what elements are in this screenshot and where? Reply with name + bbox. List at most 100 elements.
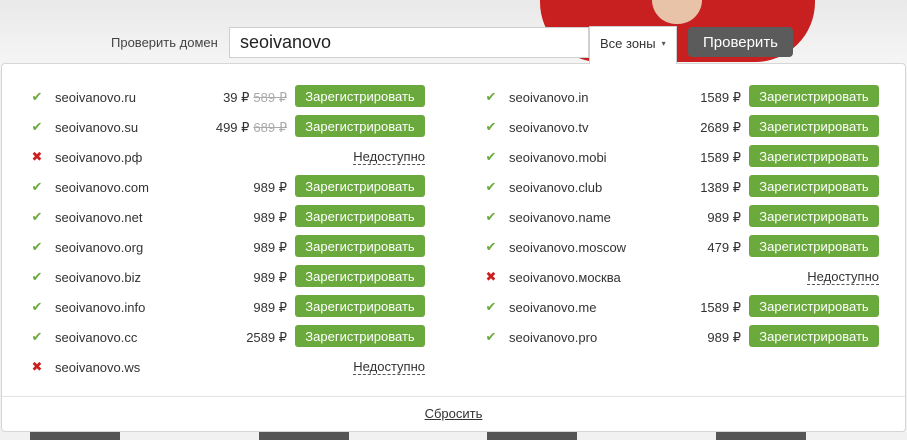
results-panel: ✔ seoivanovo.ru 39 ₽589 ₽ Зарегистрировать ✔…: [1, 63, 906, 432]
domain-name: seoivanovo.su: [55, 120, 139, 135]
price-area: 1589 ₽: [700, 150, 741, 166]
check-icon: ✔: [31, 329, 43, 344]
domain-result-row: ✔ seoivanovo.mobi 1589 ₽ Зарегистрировать: [484, 144, 879, 174]
price-area: 2689 ₽: [700, 120, 741, 136]
domain-name: seoivanovo.mobi: [509, 150, 607, 165]
domain-price: 989 ₽: [707, 330, 741, 345]
domain-price: 1589 ₽: [700, 300, 741, 315]
zone-select[interactable]: Все зоны ▾: [589, 26, 677, 64]
register-button[interactable]: Зарегистрировать: [749, 115, 879, 137]
domain-result-row: ✔ seoivanovo.in 1589 ₽ Зарегистрировать: [484, 84, 879, 114]
price-area: 989 ₽: [253, 270, 287, 286]
results-column-left: ✔ seoivanovo.ru 39 ₽589 ₽ Зарегистрировать ✔…: [30, 84, 425, 384]
background-button: [487, 432, 577, 440]
check-icon: ✔: [485, 209, 497, 224]
unavailable-link[interactable]: Недоступно: [807, 270, 879, 285]
check-icon: ✔: [31, 89, 43, 104]
domain-price: 1389 ₽: [700, 180, 741, 195]
price-area: 1589 ₽: [700, 90, 741, 106]
register-button[interactable]: Зарегистрировать: [295, 205, 425, 227]
domain-name: seoivanovo.biz: [55, 270, 141, 285]
domain-price: 499 ₽: [215, 120, 250, 135]
domain-price: 2589 ₽: [246, 330, 287, 345]
check-icon: ✔: [31, 269, 43, 284]
register-button[interactable]: Зарегистрировать: [295, 175, 425, 197]
domain-name: seoivanovo.info: [55, 300, 146, 315]
domain-result-row: ✔ seoivanovo.club 1389 ₽ Зарегистрировать: [484, 174, 879, 204]
price-area: 989 ₽: [253, 240, 287, 256]
check-icon: ✔: [485, 119, 497, 134]
check-icon: ✔: [485, 89, 497, 104]
domain-name: seoivanovo.moscow: [509, 240, 627, 255]
reset-link[interactable]: Сбросить: [425, 406, 483, 421]
domain-result-row: ✔ seoivanovo.net 989 ₽ Зарегистрировать: [30, 204, 425, 234]
domain-result-row: ✖ seoivanovo.рф Недоступно: [30, 144, 425, 174]
search-label: Проверить домен: [111, 35, 218, 50]
domain-name: seoivanovo.cc: [55, 330, 138, 345]
domain-name: seoivanovo.in: [509, 90, 589, 105]
domain-name: seoivanovo.pro: [509, 330, 598, 345]
register-button[interactable]: Зарегистрировать: [295, 295, 425, 317]
register-button[interactable]: Зарегистрировать: [295, 325, 425, 347]
domain-price: 989 ₽: [253, 270, 287, 285]
domain-result-row: ✔ seoivanovo.biz 989 ₽ Зарегистрировать: [30, 264, 425, 294]
check-domain-button[interactable]: Проверить: [688, 27, 793, 57]
domain-price: 989 ₽: [253, 210, 287, 225]
domain-price: 1589 ₽: [700, 150, 741, 165]
register-button[interactable]: Зарегистрировать: [749, 205, 879, 227]
domain-price: 989 ₽: [253, 300, 287, 315]
domain-name: seoivanovo.ru: [55, 90, 136, 105]
domain-name: seoivanovo.tv: [509, 120, 589, 135]
price-area: 1589 ₽: [700, 300, 741, 316]
register-button[interactable]: Зарегистрировать: [749, 175, 879, 197]
price-area: 2589 ₽: [246, 330, 287, 346]
check-icon: ✔: [31, 209, 43, 224]
check-icon: ✔: [31, 299, 43, 314]
register-button[interactable]: Зарегистрировать: [749, 145, 879, 167]
register-button[interactable]: Зарегистрировать: [749, 325, 879, 347]
domain-result-row: ✔ seoivanovo.tv 2689 ₽ Зарегистрировать: [484, 114, 879, 144]
price-area: 989 ₽: [253, 300, 287, 316]
check-icon: ✔: [485, 149, 497, 164]
domain-name: seoivanovo.club: [509, 180, 603, 195]
price-area: 989 ₽: [707, 330, 741, 346]
price-area: 39 ₽589 ₽: [223, 90, 287, 106]
unavailable-link[interactable]: Недоступно: [353, 150, 425, 165]
domain-result-row: ✔ seoivanovo.info 989 ₽ Зарегистрировать: [30, 294, 425, 324]
check-icon: ✔: [485, 239, 497, 254]
register-button[interactable]: Зарегистрировать: [295, 265, 425, 287]
check-icon: ✔: [31, 119, 43, 134]
domain-search-form: Проверить домен Все зоны ▾ Проверить: [0, 26, 907, 64]
cross-icon: ✖: [31, 359, 43, 374]
domain-name: seoivanovo.рф: [55, 150, 143, 165]
domain-old-price: 589 ₽: [253, 90, 287, 105]
background-button: [716, 432, 806, 440]
domain-old-price: 689 ₽: [253, 120, 287, 135]
register-button[interactable]: Зарегистрировать: [295, 85, 425, 107]
domain-search-input[interactable]: [229, 27, 589, 58]
domain-name: seoivanovo.ws: [55, 360, 141, 375]
results-column-right: ✔ seoivanovo.in 1589 ₽ Зарегистрировать ✔ seo…: [484, 84, 879, 354]
domain-name: seoivanovo.me: [509, 300, 597, 315]
domain-name: seoivanovo.name: [509, 210, 611, 225]
domain-price: 39 ₽: [223, 90, 250, 105]
chevron-down-icon: ▾: [661, 39, 666, 48]
register-button[interactable]: Зарегистрировать: [295, 115, 425, 137]
domain-name: seoivanovo.москва: [509, 270, 621, 285]
register-button[interactable]: Зарегистрировать: [295, 235, 425, 257]
domain-result-row: ✔ seoivanovo.su 499 ₽689 ₽ Зарегистрировать: [30, 114, 425, 144]
check-icon: ✔: [31, 239, 43, 254]
register-button[interactable]: Зарегистрировать: [749, 85, 879, 107]
domain-result-row: ✖ seoivanovo.москва Недоступно: [484, 264, 879, 294]
domain-result-row: ✔ seoivanovo.com 989 ₽ Зарегистрировать: [30, 174, 425, 204]
register-button[interactable]: Зарегистрировать: [749, 295, 879, 317]
domain-result-row: ✖ seoivanovo.ws Недоступно: [30, 354, 425, 384]
register-button[interactable]: Зарегистрировать: [749, 235, 879, 257]
domain-price: 989 ₽: [707, 210, 741, 225]
background-button: [30, 432, 120, 440]
domain-name: seoivanovo.com: [55, 180, 149, 195]
unavailable-link[interactable]: Недоступно: [353, 360, 425, 375]
check-icon: ✔: [31, 179, 43, 194]
price-area: 989 ₽: [707, 210, 741, 226]
domain-result-row: ✔ seoivanovo.org 989 ₽ Зарегистрировать: [30, 234, 425, 264]
